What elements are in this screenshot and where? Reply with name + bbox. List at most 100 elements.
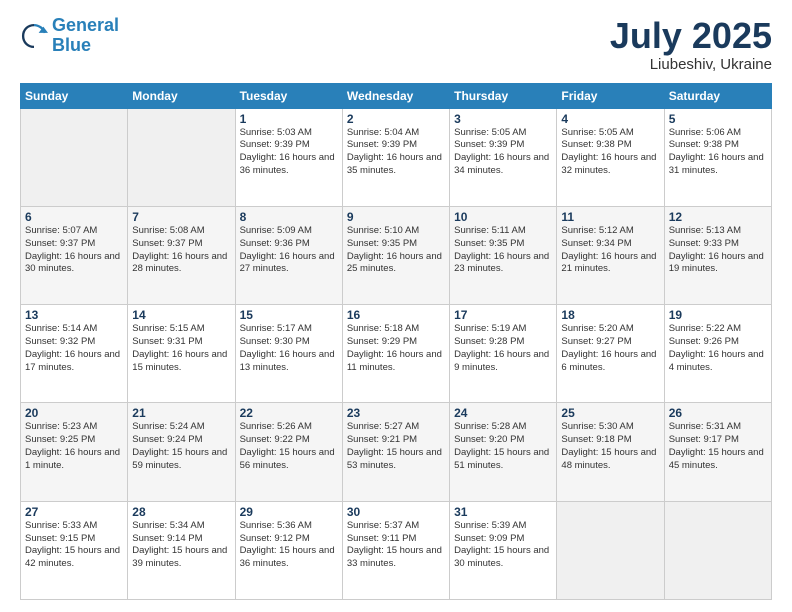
- day-number: 6: [25, 210, 123, 224]
- day-info: Sunrise: 5:36 AM Sunset: 9:12 PM Dayligh…: [240, 520, 338, 571]
- day-info: Sunrise: 5:18 AM Sunset: 9:29 PM Dayligh…: [347, 323, 445, 374]
- calendar-cell: 12Sunrise: 5:13 AM Sunset: 9:33 PM Dayli…: [664, 206, 771, 304]
- calendar-cell: 5Sunrise: 5:06 AM Sunset: 9:38 PM Daylig…: [664, 108, 771, 206]
- day-number: 11: [561, 210, 659, 224]
- calendar-cell: 20Sunrise: 5:23 AM Sunset: 9:25 PM Dayli…: [21, 403, 128, 501]
- day-info: Sunrise: 5:07 AM Sunset: 9:37 PM Dayligh…: [25, 225, 123, 276]
- header: GeneralBlue July 2025 Liubeshiv, Ukraine: [20, 16, 772, 73]
- day-number: 25: [561, 406, 659, 420]
- calendar-cell: 16Sunrise: 5:18 AM Sunset: 9:29 PM Dayli…: [342, 305, 449, 403]
- calendar-cell: [21, 108, 128, 206]
- calendar-cell: 23Sunrise: 5:27 AM Sunset: 9:21 PM Dayli…: [342, 403, 449, 501]
- day-number: 30: [347, 505, 445, 519]
- day-info: Sunrise: 5:31 AM Sunset: 9:17 PM Dayligh…: [669, 421, 767, 472]
- day-info: Sunrise: 5:12 AM Sunset: 9:34 PM Dayligh…: [561, 225, 659, 276]
- calendar-header-row: Sunday Monday Tuesday Wednesday Thursday…: [21, 83, 772, 108]
- calendar-week-5: 27Sunrise: 5:33 AM Sunset: 9:15 PM Dayli…: [21, 501, 772, 599]
- day-info: Sunrise: 5:20 AM Sunset: 9:27 PM Dayligh…: [561, 323, 659, 374]
- calendar-cell: [128, 108, 235, 206]
- col-sunday: Sunday: [21, 83, 128, 108]
- calendar-cell: 22Sunrise: 5:26 AM Sunset: 9:22 PM Dayli…: [235, 403, 342, 501]
- calendar-cell: 24Sunrise: 5:28 AM Sunset: 9:20 PM Dayli…: [450, 403, 557, 501]
- day-number: 24: [454, 406, 552, 420]
- calendar-cell: 21Sunrise: 5:24 AM Sunset: 9:24 PM Dayli…: [128, 403, 235, 501]
- col-tuesday: Tuesday: [235, 83, 342, 108]
- day-info: Sunrise: 5:28 AM Sunset: 9:20 PM Dayligh…: [454, 421, 552, 472]
- day-number: 5: [669, 112, 767, 126]
- day-number: 19: [669, 308, 767, 322]
- calendar-cell: 14Sunrise: 5:15 AM Sunset: 9:31 PM Dayli…: [128, 305, 235, 403]
- day-number: 16: [347, 308, 445, 322]
- day-info: Sunrise: 5:26 AM Sunset: 9:22 PM Dayligh…: [240, 421, 338, 472]
- calendar-cell: 27Sunrise: 5:33 AM Sunset: 9:15 PM Dayli…: [21, 501, 128, 599]
- logo-icon: [20, 22, 48, 50]
- calendar-cell: 31Sunrise: 5:39 AM Sunset: 9:09 PM Dayli…: [450, 501, 557, 599]
- calendar-cell: 17Sunrise: 5:19 AM Sunset: 9:28 PM Dayli…: [450, 305, 557, 403]
- day-number: 18: [561, 308, 659, 322]
- day-number: 15: [240, 308, 338, 322]
- calendar-table: Sunday Monday Tuesday Wednesday Thursday…: [20, 83, 772, 600]
- calendar-cell: 8Sunrise: 5:09 AM Sunset: 9:36 PM Daylig…: [235, 206, 342, 304]
- col-wednesday: Wednesday: [342, 83, 449, 108]
- calendar-cell: 19Sunrise: 5:22 AM Sunset: 9:26 PM Dayli…: [664, 305, 771, 403]
- day-info: Sunrise: 5:19 AM Sunset: 9:28 PM Dayligh…: [454, 323, 552, 374]
- day-number: 4: [561, 112, 659, 126]
- day-number: 28: [132, 505, 230, 519]
- calendar-cell: 3Sunrise: 5:05 AM Sunset: 9:39 PM Daylig…: [450, 108, 557, 206]
- calendar-cell: 30Sunrise: 5:37 AM Sunset: 9:11 PM Dayli…: [342, 501, 449, 599]
- day-number: 22: [240, 406, 338, 420]
- calendar-cell: 2Sunrise: 5:04 AM Sunset: 9:39 PM Daylig…: [342, 108, 449, 206]
- calendar-cell: 15Sunrise: 5:17 AM Sunset: 9:30 PM Dayli…: [235, 305, 342, 403]
- day-info: Sunrise: 5:13 AM Sunset: 9:33 PM Dayligh…: [669, 225, 767, 276]
- day-info: Sunrise: 5:03 AM Sunset: 9:39 PM Dayligh…: [240, 127, 338, 178]
- title-block: July 2025 Liubeshiv, Ukraine: [610, 16, 772, 73]
- calendar-week-1: 1Sunrise: 5:03 AM Sunset: 9:39 PM Daylig…: [21, 108, 772, 206]
- col-friday: Friday: [557, 83, 664, 108]
- day-info: Sunrise: 5:15 AM Sunset: 9:31 PM Dayligh…: [132, 323, 230, 374]
- day-number: 1: [240, 112, 338, 126]
- calendar-cell: 13Sunrise: 5:14 AM Sunset: 9:32 PM Dayli…: [21, 305, 128, 403]
- day-info: Sunrise: 5:05 AM Sunset: 9:38 PM Dayligh…: [561, 127, 659, 178]
- day-info: Sunrise: 5:06 AM Sunset: 9:38 PM Dayligh…: [669, 127, 767, 178]
- calendar-week-2: 6Sunrise: 5:07 AM Sunset: 9:37 PM Daylig…: [21, 206, 772, 304]
- calendar-week-3: 13Sunrise: 5:14 AM Sunset: 9:32 PM Dayli…: [21, 305, 772, 403]
- day-number: 3: [454, 112, 552, 126]
- location-subtitle: Liubeshiv, Ukraine: [610, 56, 772, 73]
- day-number: 12: [669, 210, 767, 224]
- day-number: 13: [25, 308, 123, 322]
- calendar-cell: 29Sunrise: 5:36 AM Sunset: 9:12 PM Dayli…: [235, 501, 342, 599]
- day-number: 7: [132, 210, 230, 224]
- page: GeneralBlue July 2025 Liubeshiv, Ukraine…: [0, 0, 792, 612]
- day-info: Sunrise: 5:37 AM Sunset: 9:11 PM Dayligh…: [347, 520, 445, 571]
- day-info: Sunrise: 5:05 AM Sunset: 9:39 PM Dayligh…: [454, 127, 552, 178]
- calendar-cell: 6Sunrise: 5:07 AM Sunset: 9:37 PM Daylig…: [21, 206, 128, 304]
- calendar-cell: [664, 501, 771, 599]
- day-number: 21: [132, 406, 230, 420]
- day-number: 9: [347, 210, 445, 224]
- col-thursday: Thursday: [450, 83, 557, 108]
- day-number: 29: [240, 505, 338, 519]
- day-info: Sunrise: 5:11 AM Sunset: 9:35 PM Dayligh…: [454, 225, 552, 276]
- calendar-cell: 10Sunrise: 5:11 AM Sunset: 9:35 PM Dayli…: [450, 206, 557, 304]
- day-info: Sunrise: 5:23 AM Sunset: 9:25 PM Dayligh…: [25, 421, 123, 472]
- logo-text: GeneralBlue: [52, 16, 119, 56]
- col-monday: Monday: [128, 83, 235, 108]
- day-info: Sunrise: 5:27 AM Sunset: 9:21 PM Dayligh…: [347, 421, 445, 472]
- day-info: Sunrise: 5:09 AM Sunset: 9:36 PM Dayligh…: [240, 225, 338, 276]
- day-info: Sunrise: 5:04 AM Sunset: 9:39 PM Dayligh…: [347, 127, 445, 178]
- calendar-cell: 26Sunrise: 5:31 AM Sunset: 9:17 PM Dayli…: [664, 403, 771, 501]
- day-info: Sunrise: 5:24 AM Sunset: 9:24 PM Dayligh…: [132, 421, 230, 472]
- day-info: Sunrise: 5:22 AM Sunset: 9:26 PM Dayligh…: [669, 323, 767, 374]
- day-number: 10: [454, 210, 552, 224]
- calendar-cell: 4Sunrise: 5:05 AM Sunset: 9:38 PM Daylig…: [557, 108, 664, 206]
- calendar-cell: 25Sunrise: 5:30 AM Sunset: 9:18 PM Dayli…: [557, 403, 664, 501]
- day-info: Sunrise: 5:33 AM Sunset: 9:15 PM Dayligh…: [25, 520, 123, 571]
- calendar-cell: 1Sunrise: 5:03 AM Sunset: 9:39 PM Daylig…: [235, 108, 342, 206]
- day-info: Sunrise: 5:14 AM Sunset: 9:32 PM Dayligh…: [25, 323, 123, 374]
- day-info: Sunrise: 5:39 AM Sunset: 9:09 PM Dayligh…: [454, 520, 552, 571]
- day-info: Sunrise: 5:17 AM Sunset: 9:30 PM Dayligh…: [240, 323, 338, 374]
- day-number: 23: [347, 406, 445, 420]
- calendar-week-4: 20Sunrise: 5:23 AM Sunset: 9:25 PM Dayli…: [21, 403, 772, 501]
- day-number: 20: [25, 406, 123, 420]
- col-saturday: Saturday: [664, 83, 771, 108]
